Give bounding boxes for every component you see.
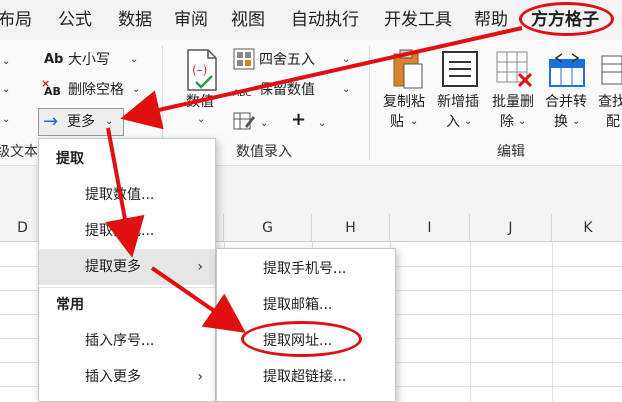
more-button[interactable]: → 更多 ⌄ bbox=[38, 108, 124, 136]
merge-convert-label: 合并转 bbox=[545, 94, 587, 110]
value-label: 数值 bbox=[186, 94, 214, 110]
new-insert-label: 新增插 bbox=[437, 94, 479, 110]
menu-item-extract-phone[interactable]: 提取手机号... bbox=[217, 251, 395, 287]
menu-item-insert-more-label: 插入更多 bbox=[85, 369, 141, 385]
chevron-down-icon: ⌄ bbox=[2, 56, 11, 67]
case-label: 大小写 bbox=[68, 52, 110, 68]
chevron-down-icon: ⌄ bbox=[105, 116, 114, 127]
copy-paste-label: 复制粘 bbox=[383, 94, 425, 110]
abc-icon: ABC bbox=[233, 89, 252, 99]
menu-item-extract-more[interactable]: 提取更多 › bbox=[39, 249, 215, 285]
edit-group-label: 编辑 bbox=[497, 144, 525, 160]
tab-automate[interactable]: 自动执行 bbox=[291, 8, 359, 32]
edit-table-icon bbox=[233, 112, 255, 130]
delete-space-label: 删除空格 bbox=[68, 82, 124, 98]
chevron-down-icon: ⌄ bbox=[518, 116, 527, 127]
calculator-icon bbox=[233, 48, 255, 70]
menu-item-extract-formula[interactable]: 提取算式... bbox=[39, 213, 215, 249]
chevron-down-icon: ⌄ bbox=[410, 116, 419, 127]
tab-developer[interactable]: 开发工具 bbox=[384, 8, 452, 32]
column-header-g[interactable]: G bbox=[224, 214, 312, 242]
menu-item-extract-more-label: 提取更多 bbox=[85, 259, 141, 275]
chevron-right-icon: › bbox=[197, 259, 203, 275]
merge-convert-label-line2: 换 bbox=[554, 114, 568, 130]
tab-formulas[interactable]: 公式 bbox=[58, 8, 92, 32]
chevron-down-icon: ⌄ bbox=[2, 114, 11, 125]
chevron-down-icon: ⌄ bbox=[342, 54, 351, 65]
more-dropdown-menu: 提取 提取数值... 提取算式... 提取更多 › 常用 插入序号... 插入更… bbox=[38, 138, 216, 402]
column-header-j[interactable]: J bbox=[470, 214, 552, 242]
tab-layout[interactable]: 布局 bbox=[0, 8, 32, 32]
svg-text:(–): (–) bbox=[192, 63, 207, 77]
delete-grid-icon bbox=[496, 51, 533, 88]
clipboard-icon bbox=[393, 49, 423, 89]
chevron-down-icon: ⌄ bbox=[2, 84, 11, 95]
chevron-down-icon: ⌄ bbox=[572, 116, 581, 127]
chevron-down-icon: ⌄ bbox=[132, 84, 141, 95]
plus-icon: + bbox=[291, 109, 307, 130]
column-header-k[interactable]: K bbox=[552, 214, 622, 242]
chevron-down-icon: ⌄ bbox=[197, 114, 206, 125]
column-header-h[interactable]: H bbox=[312, 214, 390, 242]
tab-data[interactable]: 数据 bbox=[118, 8, 152, 32]
menu-item-extract-hyperlink[interactable]: 提取超链接... bbox=[217, 359, 395, 395]
chevron-down-icon: ⌄ bbox=[464, 116, 473, 127]
chevron-right-icon: › bbox=[197, 369, 203, 385]
case-icon: Ab bbox=[44, 52, 64, 67]
chevron-down-icon: ⌄ bbox=[318, 118, 327, 129]
tab-view[interactable]: 视图 bbox=[231, 8, 265, 32]
value-icon: (–) bbox=[187, 49, 217, 91]
find-icon bbox=[601, 55, 622, 85]
copy-paste-label-line2: 贴 bbox=[390, 114, 404, 130]
number-group-label: 数值录入 bbox=[236, 144, 292, 160]
group-separator bbox=[369, 46, 370, 160]
menu-item-insert-more[interactable]: 插入更多 › bbox=[39, 359, 215, 395]
menu-section-common: 常用 bbox=[56, 297, 84, 313]
chevron-down-icon: ⌄ bbox=[130, 54, 139, 65]
new-insert-label-line2: 入 bbox=[446, 114, 460, 130]
round-label: 四舍五入 bbox=[259, 52, 315, 68]
column-header-i[interactable]: I bbox=[390, 214, 470, 242]
merge-table-icon bbox=[549, 53, 585, 87]
menu-item-extract-value[interactable]: 提取数值... bbox=[39, 177, 215, 213]
find-label-line2: 配 bbox=[606, 114, 620, 130]
find-label: 查找 bbox=[598, 94, 622, 110]
batch-delete-label-line2: 除 bbox=[500, 114, 514, 130]
tab-help[interactable]: 帮助 bbox=[474, 8, 508, 32]
menu-item-insert-serial[interactable]: 插入序号... bbox=[39, 323, 215, 359]
arrow-right-icon: → bbox=[43, 111, 59, 132]
chevron-down-icon: ⌄ bbox=[260, 118, 269, 129]
highlight-ellipse-extract-url bbox=[241, 321, 362, 357]
menu-divider bbox=[39, 287, 215, 288]
chevron-down-icon: ⌄ bbox=[342, 84, 351, 95]
batch-delete-label: 批量删 bbox=[492, 94, 534, 110]
tab-review[interactable]: 审阅 bbox=[174, 8, 208, 32]
menu-section-extract: 提取 bbox=[56, 151, 84, 167]
menu-item-extract-email[interactable]: 提取邮箱... bbox=[217, 287, 395, 323]
more-label: 更多 bbox=[67, 114, 95, 130]
delete-space-icon: × AB bbox=[41, 77, 61, 98]
insert-rows-icon bbox=[442, 51, 478, 87]
text-group-label: 级文本 bbox=[0, 144, 38, 160]
keep-value-label: 保留数值 bbox=[259, 82, 315, 98]
highlight-ellipse-tab bbox=[519, 2, 614, 36]
